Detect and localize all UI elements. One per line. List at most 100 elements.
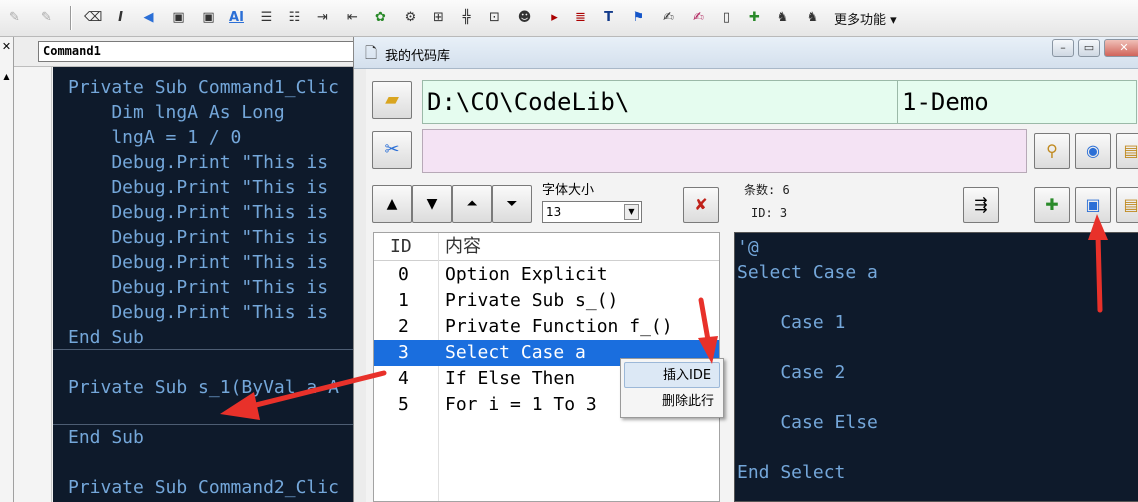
align-icon[interactable]: ☰: [258, 8, 275, 27]
code-line[interactable]: Private Sub s_1(ByVal a A: [68, 375, 339, 400]
object-combo[interactable]: Command1: [38, 41, 354, 62]
insert-lines-icon: ⇶: [974, 195, 988, 214]
vs-icon[interactable]: ◀: [140, 8, 157, 27]
code-editor[interactable]: Private Sub Command1_Clic Dim lngA As Lo…: [53, 67, 353, 502]
open-folder-button[interactable]: ▰: [372, 81, 412, 119]
library-name-field[interactable]: 1-Demo: [897, 80, 1137, 124]
page-icon[interactable]: ▯: [718, 8, 735, 27]
italic-icon[interactable]: I: [112, 8, 129, 27]
indent-icon[interactable]: ⇥: [314, 8, 331, 27]
code-line[interactable]: Private Sub Command1_Clic: [68, 75, 339, 100]
library-body: ▰ D:\CO\CodeLib\ 1-Demo ✂ ⚲ ◉ ▤ ▲ ▼ ⏶ ⏷ …: [366, 69, 1138, 502]
text-size-icon[interactable]: T: [600, 8, 617, 27]
insert-lines-button[interactable]: ⇶: [963, 187, 999, 223]
library-path-field[interactable]: D:\CO\CodeLib\: [422, 80, 899, 124]
code-line[interactable]: Debug.Print "This is: [68, 200, 328, 225]
list-item-id: 5: [398, 394, 409, 415]
code-preview[interactable]: '@ Select Case a Case 1 Case 2 Case Else E…: [734, 232, 1138, 502]
minimize-button[interactable]: –: [1052, 39, 1074, 57]
new-item-button[interactable]: ✚: [1034, 187, 1070, 223]
preview-line: Select Case a: [737, 262, 878, 283]
list-item[interactable]: 2 Private Function f_(): [374, 314, 719, 340]
find-icon[interactable]: ♞: [774, 8, 791, 27]
move-up-button[interactable]: ▲: [372, 185, 412, 223]
delete-file-button[interactable]: ✘: [683, 187, 719, 223]
move-down-button[interactable]: ▼: [412, 185, 452, 223]
delete-doc-icon: ✘: [694, 195, 708, 214]
list-item-id: 3: [398, 342, 409, 363]
settings-button[interactable]: ▤: [1116, 133, 1138, 169]
close-icon[interactable]: ✕: [0, 39, 13, 55]
edit-code-icon[interactable]: ✍: [660, 8, 677, 27]
arrow-down-icon: ▼: [426, 196, 438, 212]
search-button[interactable]: ⚲: [1034, 133, 1070, 169]
column-header-content[interactable]: 内容: [445, 233, 481, 261]
code-line[interactable]: End Sub: [68, 325, 144, 350]
settings-icon: ▤: [1123, 141, 1138, 160]
web-search-button[interactable]: ◉: [1075, 133, 1111, 169]
search-input[interactable]: [422, 129, 1027, 173]
arrow-bottom-icon: ⏷: [506, 196, 518, 212]
head-icon[interactable]: ☻: [516, 8, 533, 27]
save-icon[interactable]: ▣: [170, 8, 187, 27]
code-line[interactable]: Debug.Print "This is: [68, 175, 328, 200]
ide-toolbar: ✎ ✎ ⌫ I ◀ ▣ ▣ AI ☰ ☷ ⇥ ⇤ ✿ ⚙ ⊞ ╬ ⊡ ☻ ▸ ≣…: [0, 0, 1138, 37]
bookmark-icon[interactable]: ⚑: [630, 8, 647, 27]
maximize-button[interactable]: ▭: [1078, 39, 1100, 57]
list-item-content: Private Function f_(): [445, 316, 673, 337]
procedure-separator: [53, 349, 353, 350]
code-line[interactable]: Debug.Print "This is: [68, 250, 328, 275]
frame-icon[interactable]: ⊡: [486, 8, 503, 27]
code-line[interactable]: Private Sub Command2_Clic: [68, 475, 339, 500]
current-id: ID: 3: [751, 206, 788, 220]
list-icon[interactable]: ≣: [572, 8, 589, 27]
scissors-icon: ✂: [384, 139, 400, 160]
table-icon[interactable]: ⊞: [430, 8, 447, 27]
column-header-id[interactable]: ID: [390, 233, 412, 261]
list-item-content: Select Case a: [445, 342, 586, 363]
grid-icon[interactable]: ✎: [6, 8, 23, 27]
code-line[interactable]: Debug.Print "This is: [68, 225, 328, 250]
move-bottom-button[interactable]: ⏷: [492, 185, 532, 223]
ai-icon[interactable]: AI: [228, 8, 245, 27]
save-item-button[interactable]: ▣: [1075, 187, 1111, 223]
plugin-icon[interactable]: ✿: [372, 8, 389, 27]
code-line[interactable]: Debug.Print "This is: [68, 150, 328, 175]
menu-item-delete-row[interactable]: 删除此行: [624, 389, 720, 415]
document-icon: 🗋: [365, 44, 378, 62]
code-line[interactable]: lngA = 1 / 0: [68, 125, 241, 150]
scroll-up-icon[interactable]: ▲: [0, 69, 13, 85]
preview-line: Case 2: [737, 362, 846, 383]
grid-plus-icon[interactable]: ╬: [458, 8, 475, 27]
chevron-down-icon[interactable]: ▼: [624, 204, 639, 220]
list-item[interactable]: 0 Option Explicit: [374, 262, 719, 288]
more-functions-button[interactable]: 更多功能 ▾: [834, 9, 897, 28]
gear-icon[interactable]: ⚙: [402, 8, 419, 27]
code-line[interactable]: Debug.Print "This is: [68, 300, 328, 325]
context-menu: 插入IDE 删除此行: [620, 358, 724, 418]
new-page-icon[interactable]: ✚: [746, 8, 763, 27]
ungrid-icon[interactable]: ✎: [38, 8, 55, 27]
code-line[interactable]: Debug.Print "This is: [68, 275, 328, 300]
format-icon[interactable]: ☷: [286, 8, 303, 27]
globe-icon: ◉: [1086, 141, 1100, 160]
code-line[interactable]: Dim lngA As Long: [68, 100, 284, 125]
list-item[interactable]: 1 Private Sub s_(): [374, 288, 719, 314]
save-all-icon[interactable]: ▣: [200, 8, 217, 27]
code-line[interactable]: End Sub: [68, 425, 144, 450]
eraser-icon[interactable]: ⌫: [84, 8, 102, 27]
find-all-icon[interactable]: ♞: [804, 8, 821, 27]
preview-line: Case Else: [737, 412, 878, 433]
list-item-id: 1: [398, 290, 409, 311]
record-count: 条数: 6: [744, 183, 790, 197]
outdent-icon[interactable]: ⇤: [344, 8, 361, 27]
font-size-select[interactable]: 13 ▼: [542, 201, 642, 223]
magic-icon[interactable]: ✍: [690, 8, 707, 27]
menu-item-insert-ide[interactable]: 插入IDE: [624, 362, 720, 388]
move-top-button[interactable]: ⏶: [452, 185, 492, 223]
run-icon[interactable]: ▸: [546, 8, 563, 27]
window-titlebar[interactable]: 🗋 我的代码库 – ▭ ✕: [354, 37, 1138, 69]
export-button[interactable]: ▤: [1116, 187, 1138, 223]
cut-button[interactable]: ✂: [372, 131, 412, 169]
close-button[interactable]: ✕: [1104, 39, 1138, 57]
